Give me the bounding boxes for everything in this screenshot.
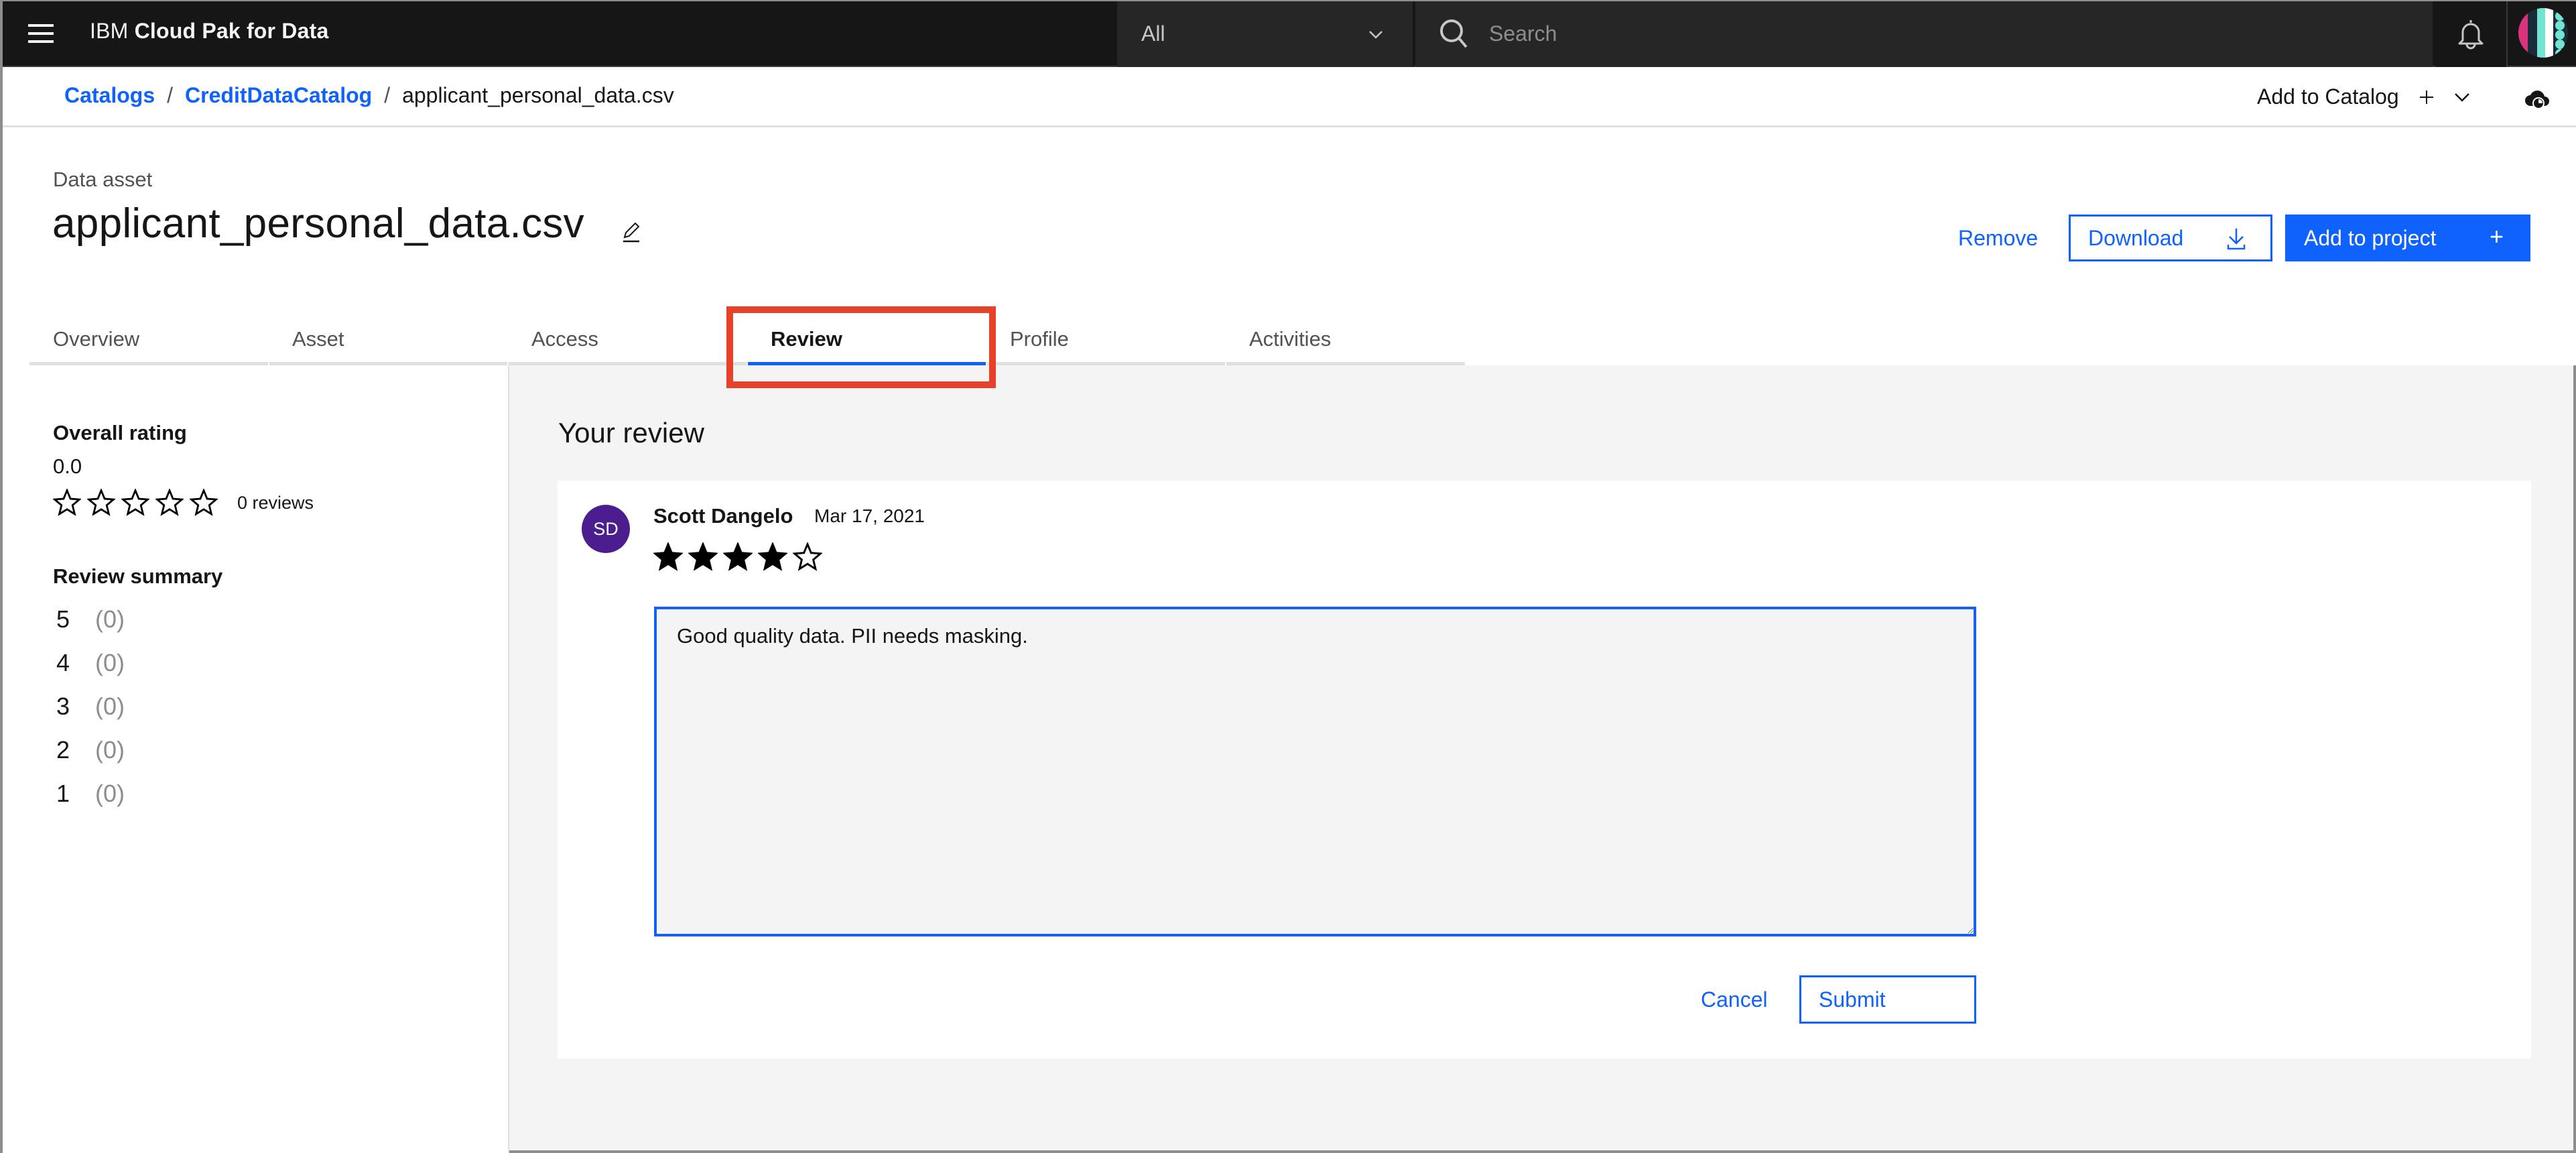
- add-to-project-button[interactable]: Add to project +: [2285, 215, 2530, 261]
- add-to-project-label: Add to project: [2304, 225, 2437, 250]
- tab-label: Asset: [292, 327, 344, 351]
- summary-count: (0): [95, 649, 125, 676]
- tab-review[interactable]: Review: [747, 315, 986, 365]
- plus-icon: [2419, 90, 2433, 104]
- tab-profile[interactable]: Profile: [986, 315, 1226, 365]
- tab-activities[interactable]: Activities: [1225, 315, 1465, 365]
- breadcrumb-current: applicant_personal_data.csv: [402, 83, 674, 107]
- overall-rating-heading: Overall rating: [53, 421, 187, 444]
- add-to-catalog-menu[interactable]: Add to Catalog: [2257, 84, 2470, 109]
- summary-row-1: 1 (0): [55, 780, 125, 823]
- breadcrumb-credit-data-catalog[interactable]: CreditDataCatalog: [185, 83, 372, 108]
- your-review-heading: Your review: [558, 417, 704, 448]
- submit-button[interactable]: Submit: [1799, 975, 1976, 1024]
- summary-count: (0): [95, 780, 125, 807]
- rating-sidebar: Overall rating 0.0 0 reviews Review summ…: [3, 365, 509, 1153]
- search-scope-value: All: [1141, 21, 1165, 46]
- tab-label: Profile: [1010, 327, 1069, 351]
- review-card: SD Scott Dangelo Mar 17, 2021 Cancel Sub…: [558, 481, 2531, 1058]
- asset-header: Data asset applicant_personal_data.csv R…: [3, 127, 2576, 365]
- remove-button[interactable]: Remove: [1945, 215, 2051, 261]
- summary-stars: 3: [56, 692, 70, 720]
- user-avatar[interactable]: [2518, 8, 2568, 58]
- brand-prefix: IBM: [90, 19, 129, 43]
- summary-stars: 4: [56, 649, 70, 676]
- global-search: [1415, 1, 2433, 67]
- reviewer-avatar: SD: [582, 505, 630, 553]
- breadcrumb-catalogs[interactable]: Catalogs: [64, 83, 155, 108]
- breadcrumb: Catalogs / CreditDataCatalog / applicant…: [64, 83, 674, 108]
- avatar-pattern-icon: [2518, 8, 2568, 58]
- star-outline-icon: [53, 489, 81, 516]
- review-summary-heading: Review summary: [53, 564, 223, 588]
- review-summary-list: 5 (0) 4 (0) 3 (0) 2 (0) 1 (0): [55, 605, 125, 823]
- overall-rating-stars: 0 reviews: [53, 489, 314, 517]
- search-icon: [1440, 19, 1468, 48]
- brand-name: Cloud Pak for Data: [134, 19, 329, 43]
- review-date: Mar 17, 2021: [814, 505, 925, 526]
- breadcrumb-bar: Catalogs / CreditDataCatalog / applicant…: [3, 67, 2576, 127]
- tab-overview[interactable]: Overview: [29, 315, 269, 365]
- review-text-input[interactable]: [654, 607, 1976, 936]
- search-input[interactable]: [1489, 15, 2360, 52]
- chevron-down-icon: [1369, 31, 1382, 39]
- star-filled-icon[interactable]: [758, 542, 787, 572]
- page-title: applicant_personal_data.csv: [52, 200, 584, 247]
- summary-stars: 5: [56, 605, 70, 633]
- bell-icon: [2458, 20, 2484, 50]
- star-outline-icon: [190, 489, 218, 516]
- summary-row-2: 2 (0): [55, 736, 125, 780]
- cancel-button[interactable]: Cancel: [1694, 975, 1775, 1024]
- hamburger-menu-icon[interactable]: [28, 24, 54, 43]
- star-outline-icon: [155, 489, 184, 516]
- asset-type-label: Data asset: [53, 168, 153, 191]
- summary-row-3: 3 (0): [55, 692, 125, 736]
- reviews-count: 0 reviews: [237, 492, 314, 513]
- breadcrumb-separator: /: [167, 83, 174, 107]
- download-label: Download: [2088, 225, 2184, 250]
- summary-row-4: 4 (0): [55, 649, 125, 692]
- review-rating-input[interactable]: [653, 542, 822, 572]
- reviewer-name: Scott Dangelo: [653, 504, 793, 528]
- add-to-catalog-label: Add to Catalog: [2257, 84, 2399, 109]
- tab-asset[interactable]: Asset: [268, 315, 508, 365]
- summary-stars: 1: [56, 780, 70, 807]
- asset-tabs: Overview Asset Access Review Profile Act…: [29, 315, 1465, 365]
- download-icon: [2227, 229, 2246, 250]
- star-filled-icon[interactable]: [688, 542, 718, 572]
- summary-row-5: 5 (0): [55, 605, 125, 649]
- cloud-sync-icon[interactable]: [2524, 86, 2551, 113]
- product-name: IBM Cloud Pak for Data: [90, 19, 328, 44]
- tab-access[interactable]: Access: [507, 315, 747, 365]
- tab-label: Review: [771, 327, 842, 351]
- top-navigation-bar: IBM Cloud Pak for Data All: [3, 1, 2576, 67]
- star-filled-icon[interactable]: [723, 542, 753, 572]
- summary-count: (0): [95, 692, 125, 720]
- tab-label: Access: [531, 327, 598, 351]
- search-scope-select[interactable]: All: [1117, 1, 1414, 67]
- overall-rating-value: 0.0: [53, 454, 82, 478]
- star-outline-icon: [121, 489, 149, 516]
- star-outline-icon[interactable]: [793, 542, 822, 572]
- star-filled-icon[interactable]: [653, 542, 683, 572]
- summary-count: (0): [95, 605, 125, 633]
- pencil-icon[interactable]: [619, 220, 643, 244]
- notifications-button[interactable]: [2435, 1, 2508, 67]
- chevron-down-icon: [2454, 93, 2469, 102]
- download-button[interactable]: Download: [2069, 215, 2272, 261]
- star-outline-icon: [87, 489, 115, 516]
- tab-label: Overview: [53, 327, 140, 351]
- tab-label: Activities: [1249, 327, 1332, 351]
- summary-count: (0): [95, 736, 125, 764]
- summary-stars: 2: [56, 736, 70, 764]
- plus-icon: +: [2489, 223, 2504, 250]
- breadcrumb-separator: /: [384, 83, 391, 107]
